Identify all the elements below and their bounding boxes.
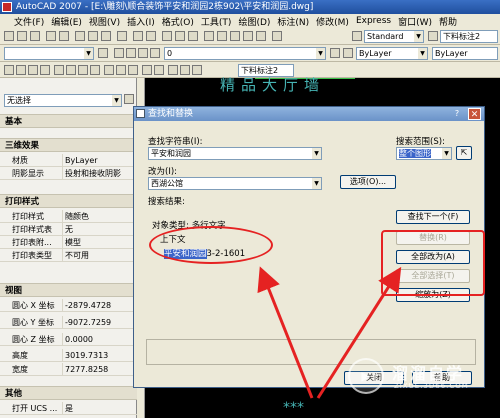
watermark-logo-icon: ▶ <box>348 358 384 394</box>
watermark-url: ZIXUE.3D66.COM <box>394 382 469 390</box>
annotation-arrows <box>257 266 402 399</box>
watermark-name: 溜溜自学 <box>392 364 465 383</box>
arrow-to-result <box>257 266 314 399</box>
